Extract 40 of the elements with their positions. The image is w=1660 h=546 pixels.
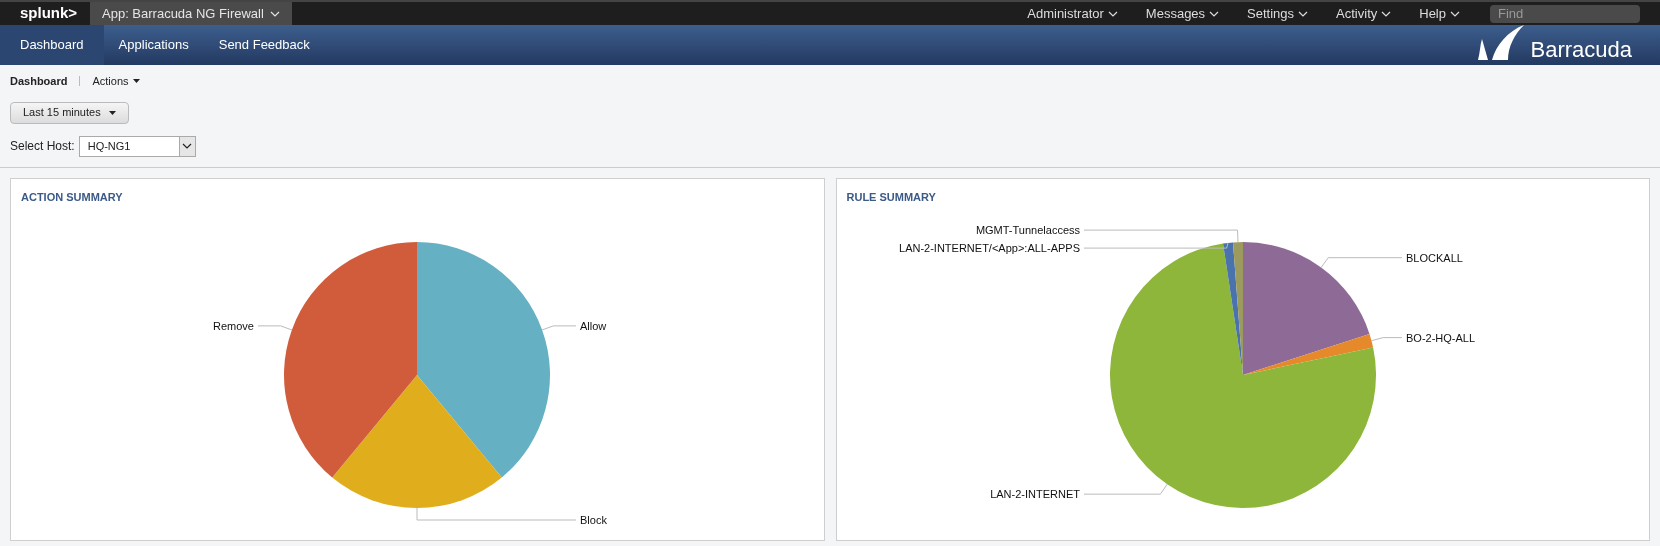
search-field[interactable]: Find	[1490, 4, 1640, 23]
chevron-down-icon	[182, 143, 193, 149]
slice-label: Allow	[580, 319, 607, 332]
slice-label: LAN-2-INTERNET	[989, 488, 1080, 501]
host-select[interactable]: HQ-NG1	[78, 135, 196, 157]
chevron-down-icon	[1381, 10, 1392, 17]
caret-icon	[108, 110, 116, 115]
page-title: Dashboard	[10, 74, 68, 89]
menu-item[interactable]: Help	[1409, 3, 1470, 24]
leader-line	[1370, 337, 1403, 342]
slice-label: BLOCKALL	[1405, 251, 1463, 264]
host-label: Select Host:	[10, 138, 75, 155]
chevron-down-icon	[1209, 10, 1220, 17]
caret-icon	[132, 79, 140, 84]
nav-tab[interactable]: Applications	[103, 25, 204, 65]
menu-item[interactable]: Messages	[1135, 3, 1230, 24]
leader-line	[257, 325, 293, 331]
actions-menu[interactable]: Actions	[92, 73, 140, 90]
menu-item[interactable]: Administrator	[1017, 3, 1128, 24]
slice-label: MGMT-Tunnelaccess	[975, 224, 1080, 237]
leader-line	[541, 325, 577, 331]
panel-title: ACTION SUMMARY	[20, 189, 124, 205]
chevron-down-icon	[269, 10, 280, 17]
app-menu[interactable]: App: Barracuda NG Firewall	[90, 2, 292, 25]
menu-item[interactable]: Settings	[1237, 3, 1319, 24]
chevron-down-icon	[1450, 10, 1460, 17]
panel-title: RULE SUMMARY	[845, 189, 937, 205]
time-picker[interactable]: Last 15 minutes	[10, 101, 129, 124]
menu-item[interactable]: Activity	[1326, 3, 1402, 24]
chevron-down-icon	[1298, 10, 1309, 17]
nav-tab[interactable]: Send Feedback	[203, 25, 325, 65]
slice-label: LAN-2-INTERNET/<App>:ALL-APPS	[898, 242, 1080, 255]
nav-tab[interactable]: Dashboard	[0, 25, 104, 65]
chevron-down-icon	[1107, 10, 1118, 17]
brand-name: Barracuda	[1530, 39, 1632, 61]
slice-label: Block	[580, 514, 608, 526]
slice-label: BO-2-HQ-ALL	[1405, 331, 1475, 344]
fin-logo-icon	[1478, 25, 1527, 61]
splunk-logo[interactable]: splunk>	[0, 2, 90, 25]
slice-label: Remove	[213, 319, 255, 332]
